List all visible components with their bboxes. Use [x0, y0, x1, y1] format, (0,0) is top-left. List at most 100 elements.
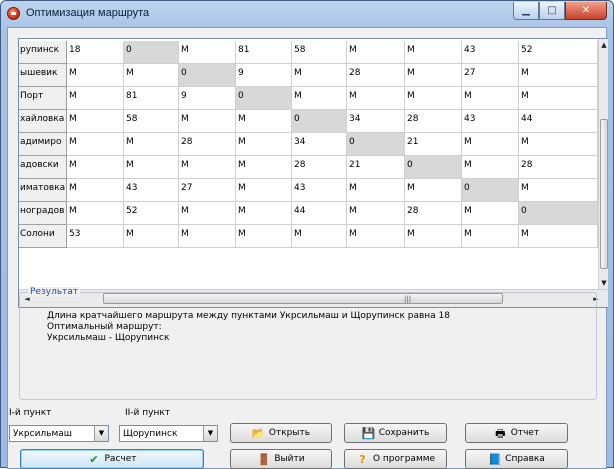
row-header[interactable]: рупинск: [19, 41, 67, 64]
point1-select[interactable]: Укрсильмаш ▼: [9, 425, 109, 442]
table-cell[interactable]: 28: [292, 156, 347, 179]
table-row[interactable]: Солони 53 М М М М М М М М: [19, 225, 598, 248]
table-cell[interactable]: М: [347, 41, 405, 64]
row-header[interactable]: иматовка: [19, 179, 67, 202]
table-cell[interactable]: М: [519, 133, 598, 156]
table-cell[interactable]: М: [124, 64, 179, 87]
table-cell[interactable]: 9: [179, 87, 236, 110]
table-cell[interactable]: 81: [236, 41, 292, 64]
row-header[interactable]: адовски: [19, 156, 67, 179]
table-cell[interactable]: 52: [124, 202, 179, 225]
table-cell[interactable]: 34: [347, 110, 405, 133]
table-cell[interactable]: 52: [519, 41, 598, 64]
table-cell[interactable]: М: [519, 225, 598, 248]
table-cell[interactable]: 0: [236, 87, 292, 110]
row-header[interactable]: ноградов: [19, 202, 67, 225]
table-cell[interactable]: М: [236, 202, 292, 225]
vertical-scroll-thumb[interactable]: [600, 119, 608, 269]
close-icon[interactable]: ✕: [565, 2, 607, 20]
table-cell[interactable]: 44: [292, 202, 347, 225]
table-cell[interactable]: М: [292, 64, 347, 87]
table-cell[interactable]: М: [67, 156, 124, 179]
table-cell[interactable]: М: [236, 225, 292, 248]
table-body[interactable]: рупинск 18 0 М 81 58 М М 43 52 ышевик М М 0 9 М 28 М 27 М По…: [19, 39, 598, 289]
table-cell[interactable]: М: [347, 87, 405, 110]
table-cell[interactable]: 28: [179, 133, 236, 156]
table-cell[interactable]: 34: [292, 133, 347, 156]
table-cell[interactable]: 28: [405, 110, 462, 133]
table-cell[interactable]: 43: [462, 41, 519, 64]
row-header[interactable]: хайловка: [19, 110, 67, 133]
row-header[interactable]: ышевик: [19, 64, 67, 87]
table-cell[interactable]: М: [292, 87, 347, 110]
vertical-scrollbar[interactable]: ▲ ▼: [598, 39, 608, 289]
table-cell[interactable]: 0: [124, 41, 179, 64]
table-cell[interactable]: М: [179, 202, 236, 225]
point2-select[interactable]: Щорупинск ▼: [119, 425, 218, 442]
table-cell[interactable]: 43: [292, 179, 347, 202]
table-cell[interactable]: 81: [124, 87, 179, 110]
table-cell[interactable]: М: [462, 156, 519, 179]
table-cell[interactable]: 58: [292, 41, 347, 64]
table-cell[interactable]: М: [462, 225, 519, 248]
table-cell[interactable]: М: [519, 179, 598, 202]
table-cell[interactable]: М: [405, 64, 462, 87]
table-cell[interactable]: М: [67, 87, 124, 110]
table-cell[interactable]: М: [124, 133, 179, 156]
table-row[interactable]: хайловка М 58 М М 0 34 28 43 44: [19, 110, 598, 133]
chevron-down-icon[interactable]: ▼: [94, 426, 108, 441]
open-button[interactable]: 📂 Открыть: [230, 423, 332, 443]
calc-button[interactable]: ✔ Расчет: [20, 449, 204, 469]
table-cell[interactable]: М: [347, 202, 405, 225]
table-cell[interactable]: М: [462, 133, 519, 156]
table-cell[interactable]: 0: [179, 64, 236, 87]
table-cell[interactable]: М: [519, 64, 598, 87]
table-cell[interactable]: М: [179, 225, 236, 248]
table-cell[interactable]: 0: [519, 202, 598, 225]
table-cell[interactable]: М: [405, 41, 462, 64]
report-button[interactable]: 🖶 Отчет: [465, 423, 568, 443]
table-cell[interactable]: М: [462, 87, 519, 110]
table-row[interactable]: адимиро М М 28 М 34 0 21 М М: [19, 133, 598, 156]
table-cell[interactable]: 27: [462, 64, 519, 87]
table-cell[interactable]: 0: [462, 179, 519, 202]
table-cell[interactable]: М: [236, 179, 292, 202]
table-cell[interactable]: 58: [124, 110, 179, 133]
table-cell[interactable]: М: [405, 225, 462, 248]
table-cell[interactable]: 28: [405, 202, 462, 225]
scroll-down-icon[interactable]: ▼: [599, 277, 609, 289]
table-cell[interactable]: М: [67, 110, 124, 133]
table-cell[interactable]: 21: [405, 133, 462, 156]
row-header[interactable]: Порт: [19, 87, 67, 110]
table-row[interactable]: адовски М М М М 28 21 0 М 28: [19, 156, 598, 179]
table-cell[interactable]: 53: [67, 225, 124, 248]
table-cell[interactable]: 43: [462, 110, 519, 133]
table-cell[interactable]: М: [179, 156, 236, 179]
table-cell[interactable]: 9: [236, 64, 292, 87]
table-cell[interactable]: М: [347, 225, 405, 248]
table-cell[interactable]: 43: [124, 179, 179, 202]
table-cell[interactable]: 28: [347, 64, 405, 87]
table-cell[interactable]: М: [67, 179, 124, 202]
table-cell[interactable]: М: [179, 110, 236, 133]
table-cell[interactable]: 44: [519, 110, 598, 133]
row-header[interactable]: адимиро: [19, 133, 67, 156]
table-cell[interactable]: М: [405, 179, 462, 202]
table-cell[interactable]: 18: [67, 41, 124, 64]
about-button[interactable]: ? О программе: [344, 449, 447, 469]
table-row[interactable]: ноградов М 52 М М 44 М 28 М 0: [19, 202, 598, 225]
table-cell[interactable]: 21: [347, 156, 405, 179]
chevron-down-icon[interactable]: ▼: [203, 426, 217, 441]
exit-button[interactable]: 🚪 Выйти: [230, 449, 332, 469]
table-cell[interactable]: М: [462, 202, 519, 225]
table-row[interactable]: рупинск 18 0 М 81 58 М М 43 52: [19, 41, 598, 64]
table-cell[interactable]: М: [347, 179, 405, 202]
scroll-up-icon[interactable]: ▲: [599, 39, 609, 51]
help-button[interactable]: 📘 Справка: [465, 449, 568, 469]
table-row[interactable]: иматовка М 43 27 М 43 М М 0 М: [19, 179, 598, 202]
table-cell[interactable]: М: [67, 133, 124, 156]
table-cell[interactable]: М: [292, 225, 347, 248]
table-cell[interactable]: М: [179, 41, 236, 64]
table-row[interactable]: Порт М 81 9 0 М М М М М: [19, 87, 598, 110]
table-cell[interactable]: М: [236, 156, 292, 179]
